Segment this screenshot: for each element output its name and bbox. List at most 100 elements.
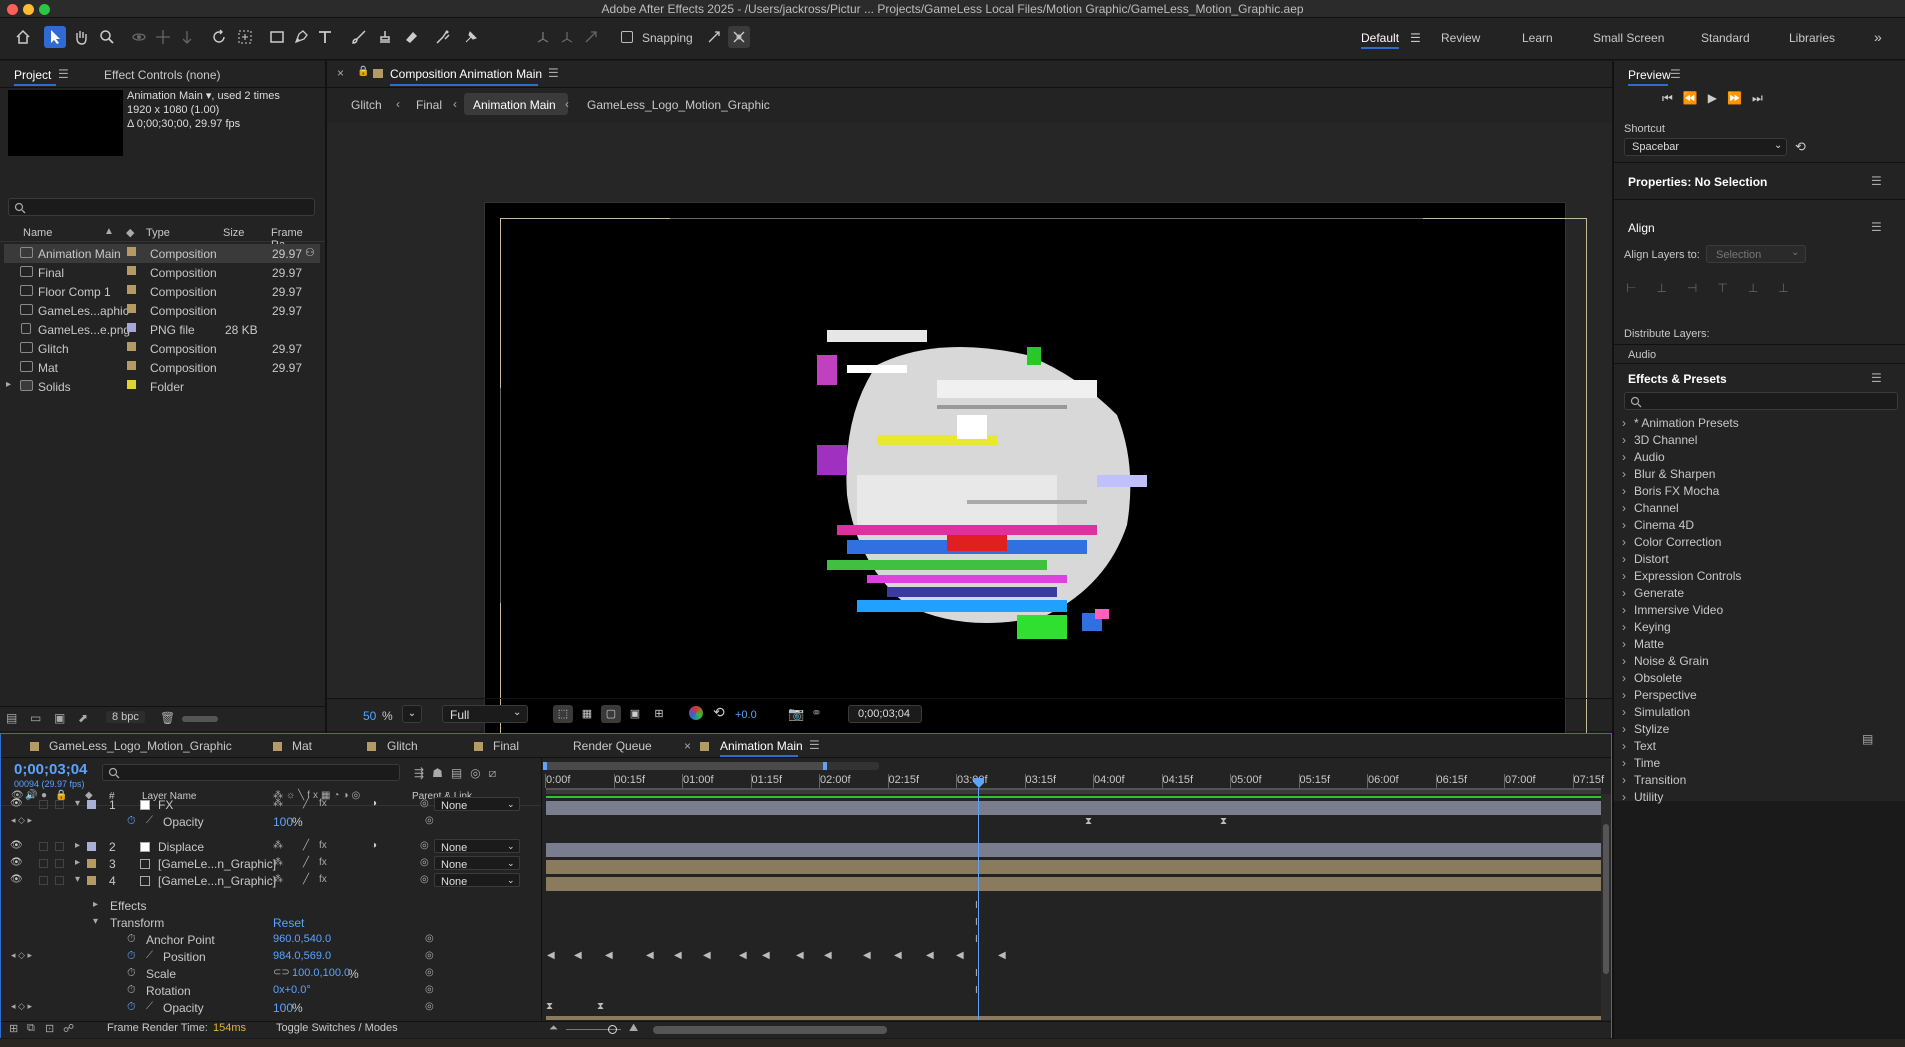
stopwatch-icon[interactable]: ⏱ [127, 950, 136, 963]
expand-arrow-icon[interactable]: ▸ [75, 857, 80, 868]
keyframe-icon[interactable]: ◀ [574, 950, 582, 961]
orbit-camera-icon[interactable] [128, 26, 150, 48]
effect-category[interactable]: › Blur & Sharpen [1622, 467, 1715, 481]
pickwhip-icon[interactable]: ◎ [420, 874, 429, 885]
mask-visibility-icon[interactable]: ▢ [601, 705, 621, 723]
expand-arrow-icon[interactable]: › [1622, 722, 1634, 736]
layer-row[interactable]: 👁 ▾ 1 FX ⁂ ╱ fx ◎ None ⌄ ◑ [1, 796, 541, 813]
snap-edge-icon[interactable] [703, 26, 725, 48]
keyframe-icon[interactable]: ⧗ [1085, 816, 1092, 827]
stopwatch-icon[interactable]: ⏱ [127, 933, 136, 946]
fx-switch-icon[interactable]: fx [319, 798, 327, 809]
workspace-menu-icon[interactable]: ☰ [1410, 31, 1421, 45]
position-value[interactable]: 984.0,569.0 [273, 950, 331, 962]
keyframe-icon[interactable]: ◀ [739, 950, 747, 961]
pickwhip-icon[interactable]: ◎ [425, 984, 434, 995]
lock-toggle[interactable] [55, 876, 64, 885]
keyframe-nav-icon[interactable]: ◂ ◇ ▸ [11, 1001, 32, 1012]
quality-switch-icon[interactable]: ╱ [303, 857, 309, 868]
collapse-arrow-icon[interactable]: ▾ [93, 916, 98, 927]
project-item[interactable]: Final Composition 29.97 [4, 263, 320, 282]
keyframe-icon[interactable]: ⧗ [1220, 816, 1227, 827]
motion-blur-icon[interactable]: ◎ [470, 766, 488, 780]
tab-render-queue[interactable]: Render Queue [573, 739, 652, 753]
panel-menu-icon[interactable]: ☰ [58, 67, 69, 81]
reset-exposure-icon[interactable]: ⟲ [713, 704, 725, 721]
eye-icon[interactable]: 👁 [10, 798, 23, 809]
effect-category[interactable]: › Matte [1622, 637, 1664, 651]
rotate-tool-icon[interactable] [208, 26, 230, 48]
align-to-dropdown[interactable]: Selection ⌄ [1706, 245, 1806, 263]
label-color-swatch[interactable] [127, 323, 136, 332]
comp-panel-title[interactable]: Composition Animation Main [390, 67, 542, 81]
collapse-arrow-icon[interactable]: ▾ [75, 874, 80, 885]
sort-up-icon[interactable]: ▲ [104, 226, 114, 237]
layer-label-color[interactable] [87, 842, 96, 851]
shy-switch-icon[interactable]: ⁂ [273, 857, 283, 868]
expand-arrow-icon[interactable]: › [1622, 450, 1634, 464]
current-time-display[interactable]: 0;00;03;04 [14, 761, 87, 778]
collapse-arrow-icon[interactable]: ▾ [75, 798, 80, 809]
roto-brush-tool-icon[interactable] [432, 26, 454, 48]
world-axis-mode-icon[interactable] [556, 26, 578, 48]
panel-menu-icon[interactable]: ☰ [1670, 67, 1681, 81]
zoom-slider-handle[interactable] [608, 1025, 617, 1034]
effect-category[interactable]: › Channel [1622, 501, 1679, 515]
effect-category[interactable]: › Distort [1622, 552, 1669, 566]
last-frame-icon[interactable]: ⏭ [1752, 91, 1773, 105]
effect-category[interactable]: › Simulation [1622, 705, 1690, 719]
expand-arrow-icon[interactable]: › [1622, 773, 1634, 787]
safe-margins-icon[interactable]: ⊞ [649, 705, 669, 723]
parent-dropdown[interactable]: None ⌄ [434, 839, 520, 854]
horizontal-scrollbar[interactable] [653, 1026, 887, 1034]
fx-switch-icon[interactable]: fx [319, 874, 327, 885]
effect-category[interactable]: › Audio [1622, 450, 1665, 464]
expand-arrow-icon[interactable]: › [1622, 467, 1634, 481]
pickwhip-icon[interactable]: ◎ [425, 967, 434, 978]
selection-tool-icon[interactable] [44, 26, 66, 48]
solo-toggle[interactable] [39, 876, 48, 885]
expand-arrow-icon[interactable]: › [1622, 790, 1634, 804]
panel-menu-icon[interactable]: ☰ [548, 66, 559, 80]
pickwhip-icon[interactable]: ◎ [425, 815, 434, 826]
keyframe-nav-icon[interactable]: ◂ ◇ ▸ [11, 815, 32, 826]
reset-shortcut-icon[interactable]: ⟲ [1795, 139, 1806, 155]
new-composition-icon[interactable]: ▣ [54, 711, 65, 725]
bpc-button[interactable]: 8 bpc [106, 711, 145, 723]
expand-arrow-icon[interactable]: › [1622, 501, 1634, 515]
project-item[interactable]: ▸ Solids Folder [4, 377, 320, 396]
adjustment-layer-icon[interactable]: ◑ [371, 840, 377, 851]
snap-feature-icon[interactable] [728, 26, 750, 48]
label-color-swatch[interactable] [127, 380, 136, 389]
quality-switch-icon[interactable]: ╱ [303, 840, 309, 851]
effect-category[interactable]: › Boris FX Mocha [1622, 484, 1719, 498]
new-bin-icon[interactable]: ▤ [1862, 732, 1873, 746]
frame-blending-icon[interactable]: ▤ [451, 766, 470, 780]
close-tab-icon[interactable]: × [684, 739, 691, 753]
expand-arrow-icon[interactable]: › [1622, 620, 1634, 634]
opacity-value[interactable]: 100 [273, 1001, 293, 1015]
expand-arrow-icon[interactable]: › [1622, 586, 1634, 600]
keyframe-icon[interactable]: ◀ [605, 950, 613, 961]
zoom-tool-icon[interactable] [96, 26, 118, 48]
workspace-learn[interactable]: Learn [1522, 31, 1553, 45]
project-item[interactable]: Mat Composition 29.97 [4, 358, 320, 377]
pickwhip-icon[interactable]: ◎ [420, 798, 429, 809]
zoom-in-icon[interactable]: ⛰ [629, 1022, 638, 1035]
expand-arrow-icon[interactable]: ▸ [93, 899, 98, 910]
rectangle-tool-icon[interactable] [266, 26, 288, 48]
keyframe-icon[interactable]: ◀ [863, 950, 871, 961]
pen-tool-icon[interactable] [290, 26, 312, 48]
eye-icon[interactable]: 👁 [10, 857, 23, 868]
expand-arrow-icon[interactable]: › [1622, 518, 1634, 532]
layer-bar-fx[interactable] [546, 801, 1601, 815]
expand-arrow-icon[interactable]: › [1622, 484, 1634, 498]
pickwhip-icon[interactable]: ◎ [420, 840, 429, 851]
shy-switch-icon[interactable]: ⁂ [273, 874, 283, 885]
expand-arrow-icon[interactable]: ▸ [6, 379, 11, 390]
label-color-swatch[interactable] [127, 285, 136, 294]
resolution-dropdown[interactable]: Full ⌄ [442, 705, 528, 723]
breadcrumb-final[interactable]: Final [416, 98, 442, 112]
expand-arrow-icon[interactable]: › [1622, 416, 1634, 430]
layer-row[interactable]: 👁 ▸ 3 [GameLe...n_Graphic] ⁂ ╱ fx ◎ None ⌄ [1, 855, 541, 872]
